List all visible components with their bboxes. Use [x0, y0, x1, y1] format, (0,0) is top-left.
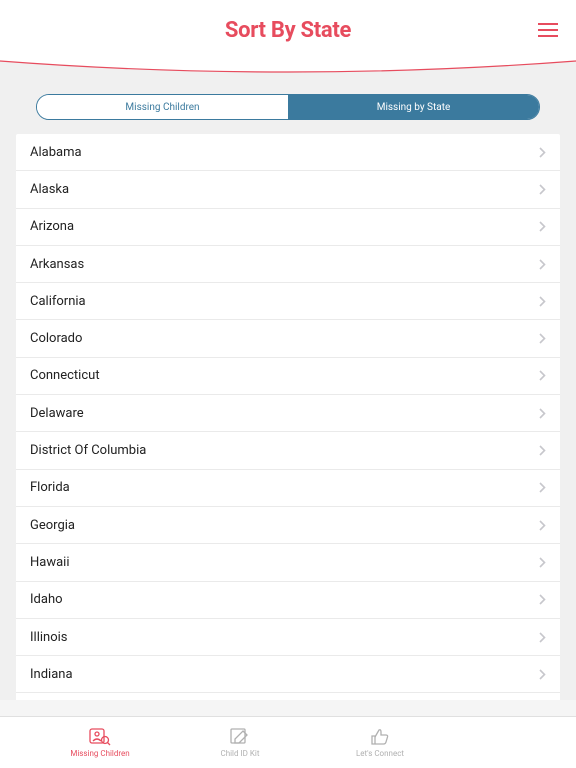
thumbs-up-icon: [369, 728, 391, 746]
state-label: Georgia: [30, 518, 75, 533]
chevron-right-icon: [539, 441, 546, 460]
state-row[interactable]: California: [16, 283, 560, 320]
state-row[interactable]: Hawaii: [16, 544, 560, 581]
tab-child-id-kit[interactable]: Child ID Kit: [190, 717, 290, 768]
state-row[interactable]: Illinois: [16, 619, 560, 656]
search-person-icon: [89, 728, 111, 746]
bottom-tab-bar: Missing Children Child ID Kit Let's Conn…: [0, 716, 576, 768]
main-content: Missing Children Missing by State Alabam…: [0, 74, 576, 700]
state-label: Delaware: [30, 406, 84, 421]
tab-missing-children[interactable]: Missing Children: [50, 717, 150, 768]
state-label: Arkansas: [30, 257, 84, 272]
state-row[interactable]: Indiana: [16, 656, 560, 693]
state-label: Connecticut: [30, 368, 100, 383]
state-row[interactable]: Alaska: [16, 171, 560, 208]
state-label: Alaska: [30, 182, 69, 197]
state-row[interactable]: Connecticut: [16, 358, 560, 395]
hamburger-menu-button[interactable]: [538, 23, 558, 37]
state-label: Illinois: [30, 630, 67, 645]
state-row[interactable]: Delaware: [16, 395, 560, 432]
state-row[interactable]: Iowa: [16, 693, 560, 700]
chevron-right-icon: [539, 292, 546, 311]
state-label: Indiana: [30, 667, 73, 682]
chevron-right-icon: [539, 628, 546, 647]
state-label: Florida: [30, 480, 70, 495]
state-label: District Of Columbia: [30, 443, 146, 458]
state-row[interactable]: District Of Columbia: [16, 432, 560, 469]
state-label: Alabama: [30, 145, 82, 160]
tab-label: Let's Connect: [356, 749, 404, 758]
state-row[interactable]: Alabama: [16, 134, 560, 171]
chevron-right-icon: [539, 255, 546, 274]
tab-label: Missing Children: [70, 749, 129, 758]
segment-control: Missing Children Missing by State: [36, 94, 540, 120]
chevron-right-icon: [539, 329, 546, 348]
state-label: Arizona: [30, 219, 74, 234]
chevron-right-icon: [539, 553, 546, 572]
chevron-right-icon: [539, 478, 546, 497]
edit-document-icon: [229, 728, 251, 746]
segment-missing-children[interactable]: Missing Children: [37, 95, 288, 119]
chevron-right-icon: [539, 590, 546, 609]
chevron-right-icon: [539, 180, 546, 199]
state-row[interactable]: Arkansas: [16, 246, 560, 283]
page-title: Sort By State: [225, 18, 351, 43]
state-row[interactable]: Idaho: [16, 582, 560, 619]
chevron-right-icon: [539, 143, 546, 162]
state-label: Colorado: [30, 331, 82, 346]
chevron-right-icon: [539, 404, 546, 423]
state-row[interactable]: Florida: [16, 470, 560, 507]
chevron-right-icon: [539, 665, 546, 684]
header-curve: [0, 60, 576, 74]
state-row[interactable]: Colorado: [16, 320, 560, 357]
state-row[interactable]: Arizona: [16, 209, 560, 246]
chevron-right-icon: [539, 217, 546, 236]
hamburger-icon: [538, 23, 558, 25]
state-label: Hawaii: [30, 555, 70, 570]
state-row[interactable]: Georgia: [16, 507, 560, 544]
tab-label: Child ID Kit: [221, 749, 260, 758]
state-list: Alabama Alaska Arizona Arkansas California Co…: [16, 134, 560, 700]
state-label: California: [30, 294, 86, 309]
app-header: Sort By State: [0, 0, 576, 60]
segment-missing-by-state[interactable]: Missing by State: [288, 95, 539, 119]
tab-lets-connect[interactable]: Let's Connect: [330, 717, 430, 768]
state-label: Idaho: [30, 592, 63, 607]
chevron-right-icon: [539, 516, 546, 535]
chevron-right-icon: [539, 366, 546, 385]
